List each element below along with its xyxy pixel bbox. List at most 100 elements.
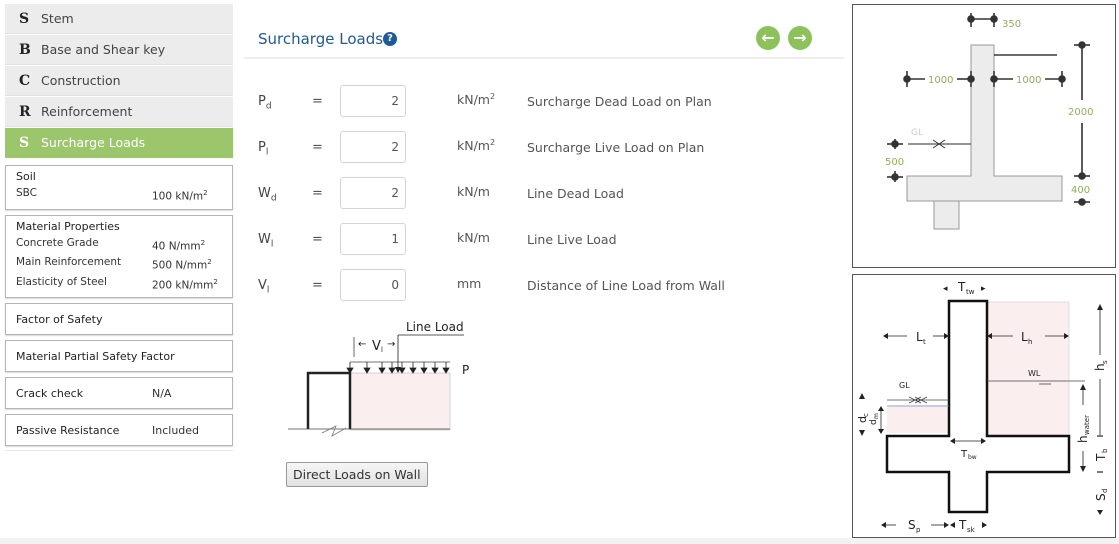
lt-sub: t <box>923 338 926 346</box>
material-partial-safety-factor-label: Material Partial Safety Factor <box>16 349 175 363</box>
dc-sub: c <box>862 413 870 417</box>
symbol-sub: d <box>265 101 272 112</box>
field-symbol: Vl <box>258 278 269 296</box>
field-description: Line Dead Load <box>527 186 624 201</box>
dm-sub: m <box>873 413 880 419</box>
nav-item-surcharge-loads[interactable]: S Surcharge Loads <box>5 128 233 158</box>
vl-sub: l <box>381 346 383 354</box>
main-panel: Surcharge Loads ? ← → Pd = kN/m2 Surchar… <box>244 4 844 540</box>
concrete-grade-label: Concrete Grade <box>16 236 99 249</box>
pd-input[interactable] <box>340 85 406 117</box>
previous-arrow-icon[interactable]: ← <box>756 26 780 50</box>
material-properties-card[interactable]: Material Properties Concrete Grade 40 N/… <box>5 214 233 298</box>
tbw-sub: bw <box>968 454 977 461</box>
field-unit: mm <box>457 276 481 291</box>
concrete-grade-row: Concrete Grade 40 N/mm2 <box>16 235 222 255</box>
page-title: Surcharge Loads <box>258 30 384 48</box>
crack-check-card[interactable]: Crack check N/A <box>5 377 233 409</box>
equals-sign: = <box>312 186 323 201</box>
soil-card[interactable]: Soil SBC 100 kN/m2 <box>5 165 233 210</box>
surcharge-load-diagram: Line Load ← V l → P <box>288 320 469 437</box>
material-partial-safety-factor-card[interactable]: Material Partial Safety Factor <box>5 340 233 372</box>
nav-label: Base and Shear key <box>41 42 166 57</box>
wall-section <box>906 44 1063 230</box>
unit-sup: 2 <box>213 277 218 286</box>
vl-label: V <box>372 339 381 354</box>
wall-outline <box>306 371 352 429</box>
ttw-arrow-left: ◂ <box>943 284 948 294</box>
value-text: 500 N/mm <box>152 259 208 272</box>
field-row-vl: Vl = mm Distance of Line Load from Wall <box>244 268 844 314</box>
field-unit: kN/m2 <box>457 92 495 107</box>
tsk-label: T <box>958 518 967 532</box>
nav-item-construction[interactable]: C Construction <box>5 66 233 96</box>
symbol-text: P <box>258 94 266 109</box>
field-description: Surcharge Live Load on Plan <box>527 140 705 155</box>
symbol-text: V <box>258 278 267 293</box>
help-icon[interactable]: ? <box>383 32 397 46</box>
vl-right-arrow: → <box>387 339 395 350</box>
sp-arrow-right <box>944 522 949 528</box>
sbc-unit-sup: 2 <box>203 189 208 197</box>
factor-of-safety-card[interactable]: Factor of Safety <box>5 303 233 335</box>
field-description: Surcharge Dead Load on Plan <box>527 94 712 109</box>
nav-label: Surcharge Loads <box>41 135 146 150</box>
unit-sup: 2 <box>489 138 496 147</box>
sp-label: S <box>908 518 916 532</box>
factor-of-safety-label: Factor of Safety <box>16 312 103 326</box>
sbc-label: SBC <box>16 187 38 199</box>
field-symbol: Pl <box>258 140 268 158</box>
dimension-diagram-panel: 350 1000 1000 2000 400 GL 500 <box>852 4 1116 268</box>
passive-resistance-card[interactable]: Passive Resistance Included <box>5 414 233 446</box>
dc-arrow-down <box>859 430 865 436</box>
sbc-value-text: 100 kN/m <box>152 190 204 203</box>
material-properties-title: Material Properties <box>16 219 120 233</box>
tsk-sub: sk <box>967 526 976 534</box>
field-symbol: Wd <box>258 186 277 204</box>
vl-input[interactable] <box>340 269 406 301</box>
equals-sign: = <box>312 278 323 293</box>
lh-sub: h <box>1028 338 1032 346</box>
next-arrow-icon[interactable]: → <box>788 26 812 50</box>
dm-arrow-down <box>878 429 884 434</box>
sp-sub: p <box>916 526 921 534</box>
wd-input[interactable] <box>340 177 406 209</box>
concrete-grade-value: 40 N/mm2 <box>152 235 205 255</box>
symbol-sub: d <box>270 193 277 204</box>
dm-label: d <box>869 419 879 425</box>
stem-thickness-value: 350 <box>1002 19 1021 30</box>
break-symbol <box>321 425 347 437</box>
crack-check-label: Crack check <box>16 386 84 400</box>
equals-sign: = <box>312 140 323 155</box>
unit-text: kN/m <box>457 92 490 108</box>
toe-length-value: 1000 <box>928 75 953 86</box>
stem-height-value: 2000 <box>1068 107 1093 118</box>
hwater-sub: water <box>1083 415 1091 435</box>
bottom-bar <box>0 538 1119 544</box>
nav-label: Reinforcement <box>41 104 133 119</box>
field-unit: kN/m2 <box>457 138 495 153</box>
divider <box>5 450 233 451</box>
base-thickness-value: 400 <box>1071 185 1090 196</box>
hwater-arrow-up <box>1080 384 1086 390</box>
nav-item-reinforcement[interactable]: R Reinforcement <box>5 97 233 127</box>
pl-input[interactable] <box>340 131 406 163</box>
unit-sup: 2 <box>489 92 496 101</box>
tsk-arrow-right <box>982 522 987 528</box>
tbw-label: T <box>960 449 968 460</box>
sbc-value: 100 kN/m2 <box>152 185 208 205</box>
stem-thickness-dim <box>967 13 998 27</box>
field-description: Distance of Line Load from Wall <box>527 278 725 293</box>
unit-text: mm <box>457 276 482 292</box>
nav-item-base-and-shear-key[interactable]: B Base and Shear key <box>5 35 233 65</box>
passive-resistance-label: Passive Resistance <box>16 423 120 437</box>
nav-item-stem[interactable]: S Stem <box>5 4 233 34</box>
soil-fill <box>349 372 451 431</box>
unit-text: kN/m <box>457 138 490 154</box>
wall-dimension-diagram: 350 1000 1000 2000 400 GL 500 <box>885 13 1093 230</box>
elasticity-of-steel-value: 200 kN/mm2 <box>152 274 218 294</box>
sd-label: S <box>1094 493 1108 501</box>
direct-loads-on-wall-button[interactable]: Direct Loads on Wall <box>286 462 428 487</box>
wl-input[interactable] <box>340 223 406 255</box>
sd-arrow-down <box>1097 510 1103 515</box>
